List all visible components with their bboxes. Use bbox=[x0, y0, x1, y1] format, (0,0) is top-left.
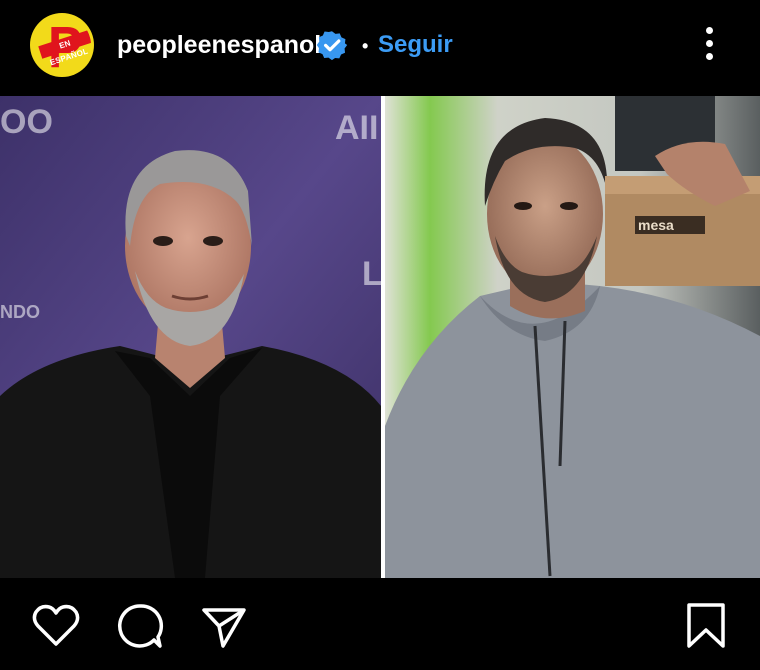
three-dots-vertical-icon[interactable] bbox=[698, 24, 720, 64]
person-left-image bbox=[0, 96, 381, 578]
person-right-image bbox=[385, 96, 760, 578]
comment-bubble-icon[interactable] bbox=[114, 600, 166, 652]
paper-plane-icon[interactable] bbox=[198, 600, 250, 652]
verified-badge-icon bbox=[316, 31, 348, 61]
post-header: P EN ESPAÑOL peopleenespanol • Seguir bbox=[0, 0, 760, 96]
bookmark-icon[interactable] bbox=[680, 600, 732, 652]
backdrop-text-4: NDO bbox=[0, 302, 40, 322]
backdrop-text-1: OO bbox=[0, 103, 53, 141]
box-label: mesa bbox=[638, 217, 674, 233]
post-actions-bar bbox=[0, 578, 760, 670]
follow-button[interactable]: Seguir bbox=[378, 27, 453, 63]
backdrop-text-3: L bbox=[362, 255, 381, 293]
username[interactable]: peopleenespanol bbox=[117, 27, 321, 63]
post-photo-left: OO AII L NDO bbox=[0, 96, 381, 578]
separator-dot: • bbox=[362, 36, 369, 56]
avatar[interactable]: P EN ESPAÑOL bbox=[30, 13, 94, 77]
backdrop-text-2: AII bbox=[335, 109, 379, 147]
heart-icon[interactable] bbox=[30, 600, 82, 652]
post-photo-right: mesa bbox=[385, 96, 760, 578]
